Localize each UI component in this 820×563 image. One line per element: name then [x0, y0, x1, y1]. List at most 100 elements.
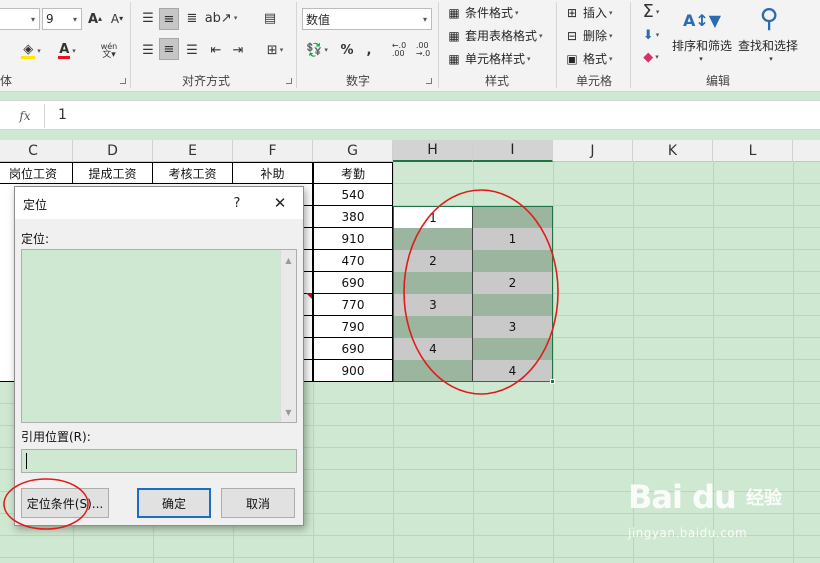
column-header-d[interactable]: D [73, 140, 153, 162]
attendance-cell[interactable]: 910 [313, 228, 393, 250]
clear-icon[interactable]: ◆ ▾ [636, 48, 666, 66]
column-header-l[interactable]: L [713, 140, 793, 162]
increase-font-icon[interactable]: A ▴ [86, 10, 104, 28]
orientation-icon[interactable]: ab↗ ▾ [205, 8, 238, 28]
number-dialog-launcher-icon[interactable] [426, 78, 432, 84]
selection-cell-h[interactable]: 1 [394, 207, 472, 228]
attendance-cell[interactable]: 690 [313, 338, 393, 360]
decrease-decimal-icon[interactable]: .00 →.0 [412, 40, 434, 60]
decrease-indent-icon[interactable]: ⇤ [206, 40, 226, 60]
column-header-i[interactable]: I [473, 140, 553, 162]
attendance-cell[interactable]: 540 [313, 184, 393, 206]
fill-color-icon[interactable]: ◈ ▾ [16, 40, 46, 62]
attendance-cell[interactable]: 900 [313, 360, 393, 382]
cell-styles-button[interactable]: ▦ 单元格样式 ▾ [446, 50, 530, 67]
find-select-button[interactable]: 查找和选择 [738, 37, 798, 54]
fill-handle[interactable] [550, 379, 555, 384]
align-middle-icon[interactable]: ≡ [159, 8, 179, 30]
header-cell[interactable]: 考核工资 [153, 162, 233, 184]
selection-cell-i[interactable]: 2 [473, 272, 552, 294]
formula-input[interactable]: 1 [58, 107, 67, 123]
comma-style-icon[interactable]: , [362, 40, 376, 60]
text-caret [26, 453, 27, 469]
scroll-down-icon[interactable]: ▼ [281, 404, 296, 420]
attendance-cell[interactable]: 470 [313, 250, 393, 272]
column-header-h[interactable]: H [393, 140, 473, 162]
scrollbar[interactable]: ▲ ▼ [280, 250, 296, 422]
watermark-cn: 经验 [746, 488, 782, 509]
cell-styles-icon: ▦ [448, 51, 460, 66]
font-size-combo[interactable]: 9 ▾ [42, 8, 82, 30]
selection-cell-i[interactable]: 4 [473, 360, 552, 381]
selection-cell-h[interactable]: 4 [394, 338, 472, 360]
goto-special-button[interactable]: 定位条件(S)... [21, 488, 109, 518]
find-select-dropdown-icon[interactable]: ▾ [765, 54, 777, 64]
align-bottom-icon[interactable]: ≣ [182, 8, 202, 28]
help-icon[interactable]: ? [227, 193, 247, 213]
selection-cell-i[interactable] [473, 338, 552, 360]
cancel-button[interactable]: 取消 [221, 488, 295, 518]
insert-button[interactable]: ⊞ 插入 ▾ [564, 4, 613, 21]
attendance-cell[interactable]: 690 [313, 272, 393, 294]
sort-filter-label: 排序和筛选 [672, 39, 733, 53]
column-header-k[interactable]: K [633, 140, 713, 162]
selection-cell-i[interactable] [473, 250, 552, 272]
percent-style-icon[interactable]: % [338, 40, 356, 60]
ok-button[interactable]: 确定 [137, 488, 211, 518]
align-top-icon[interactable]: ☰ [138, 8, 158, 28]
header-cell[interactable]: 考勤 [313, 162, 393, 184]
header-cell[interactable]: 补助 [233, 162, 313, 184]
autosum-icon[interactable]: Σ ▾ [636, 2, 666, 22]
font-color-icon[interactable]: A ▾ [52, 40, 82, 62]
selection-cell-h[interactable] [394, 272, 472, 294]
decrease-font-icon[interactable]: A ▾ [108, 10, 126, 28]
number-format-combo[interactable]: 数值 ▾ [302, 8, 432, 30]
align-left-icon[interactable]: ☰ [138, 40, 158, 60]
insert-function-button[interactable]: fx [8, 106, 42, 126]
font-dialog-launcher-icon[interactable] [120, 78, 126, 84]
align-right-icon[interactable]: ☰ [182, 40, 202, 60]
attendance-cell[interactable]: 790 [313, 316, 393, 338]
increase-indent-icon[interactable]: ⇥ [228, 40, 248, 60]
header-cell[interactable]: 岗位工资 [0, 162, 73, 184]
selection-cell-h[interactable] [394, 316, 472, 338]
header-cell[interactable]: 提成工资 [73, 162, 153, 184]
wrap-text-icon[interactable]: ▤ [258, 8, 282, 28]
close-icon[interactable]: ✕ [270, 193, 290, 213]
delete-button[interactable]: ⊟ 删除 ▾ [564, 27, 613, 44]
font-name-combo[interactable]: ▾ [0, 8, 40, 30]
conditional-format-button[interactable]: ▦ 条件格式 ▾ [446, 4, 518, 21]
format-as-table-button[interactable]: ▦ 套用表格格式 ▾ [446, 27, 542, 44]
selection-cell-i[interactable] [473, 207, 552, 228]
find-select-icon[interactable]: ⚲ [752, 2, 786, 36]
increase-decimal-icon[interactable]: ←.0.00 [388, 40, 410, 60]
column-header-j[interactable]: J [553, 140, 633, 162]
column-header-c[interactable]: C [0, 140, 73, 162]
alignment-dialog-launcher-icon[interactable] [286, 78, 292, 84]
phonetic-icon[interactable]: wén 文▾ [94, 40, 124, 62]
scroll-up-icon[interactable]: ▲ [281, 252, 296, 268]
selection-cell-h[interactable]: 3 [394, 294, 472, 316]
attendance-cell[interactable]: 380 [313, 206, 393, 228]
fill-icon[interactable]: ⬇ ▾ [636, 26, 666, 44]
selection-cell-i[interactable]: 3 [473, 316, 552, 338]
column-header-g[interactable]: G [313, 140, 393, 162]
sort-filter-dropdown-icon[interactable]: ▾ [695, 54, 707, 64]
column-header-f[interactable]: F [233, 140, 313, 162]
goto-list[interactable]: ▲ ▼ [21, 249, 297, 423]
format-button[interactable]: ▣ 格式 ▾ [564, 50, 612, 67]
column-header-e[interactable]: E [153, 140, 233, 162]
reference-input[interactable] [21, 449, 297, 473]
selection-cell-i[interactable] [473, 294, 552, 316]
align-center-icon[interactable]: ≡ [159, 38, 179, 60]
accounting-format-icon[interactable]: 💱 ▾ [302, 40, 332, 60]
attendance-cell[interactable]: 770 [313, 294, 393, 316]
sort-filter-icon[interactable]: A↕▼ [683, 4, 721, 38]
merge-center-icon[interactable]: ⊞ ▾ [258, 40, 292, 60]
selection-cell-h[interactable] [394, 228, 472, 250]
selection-cell-i[interactable]: 1 [473, 228, 552, 250]
sort-filter-button[interactable]: 排序和筛选 [672, 37, 732, 54]
selection-cell-h[interactable]: 2 [394, 250, 472, 272]
selection-cell-h[interactable] [394, 360, 472, 381]
dialog-titlebar[interactable]: 定位 ? ✕ [15, 187, 303, 219]
